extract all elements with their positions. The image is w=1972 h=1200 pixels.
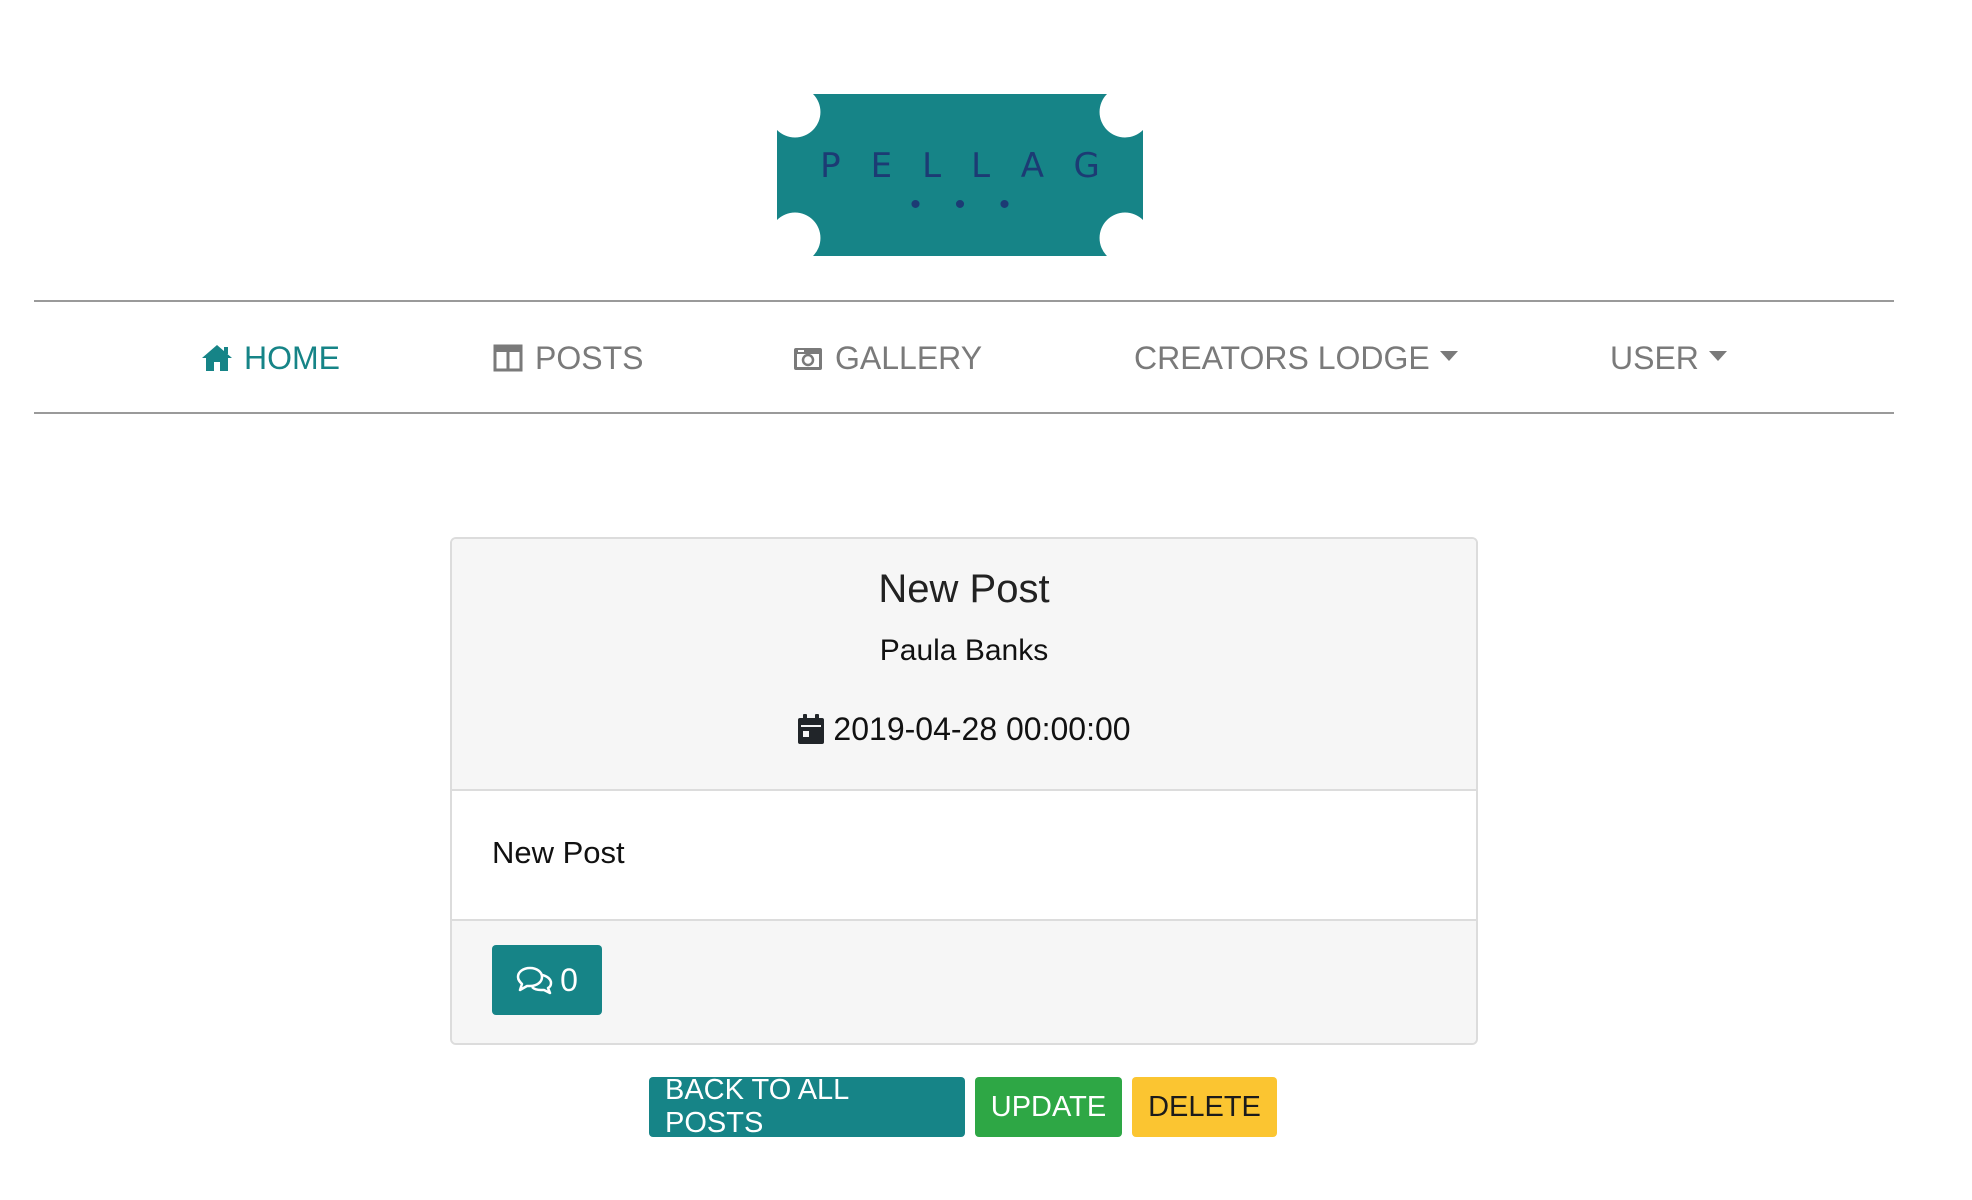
nav-user-dropdown[interactable]: USER — [1610, 338, 1727, 378]
pellag-logo[interactable]: PELLAG ••• — [777, 94, 1143, 256]
update-button[interactable]: UPDATE — [975, 1077, 1122, 1137]
nav-home-label: HOME — [244, 339, 340, 376]
post-author: Paula Banks — [879, 634, 1049, 667]
nav-gallery-label: GALLERY — [835, 339, 983, 376]
delete-button[interactable]: DELETE — [1132, 1077, 1277, 1137]
nav-creators-label: CREATORS LODGE — [1134, 339, 1430, 376]
columns-icon — [491, 341, 525, 375]
nav-creators-lodge-dropdown[interactable]: CREATORS LODGE — [1134, 338, 1458, 378]
nav-posts[interactable]: POSTS — [491, 338, 643, 378]
back-to-all-posts-button[interactable]: BACK TO ALL POSTS — [649, 1074, 965, 1139]
post-actions: BACK TO ALL POSTS UPDATE DELETE — [649, 1074, 1277, 1139]
post-body-text: New Post — [492, 835, 625, 870]
home-icon — [200, 341, 234, 375]
comments-count: 0 — [560, 961, 578, 998]
comments-icon — [516, 965, 554, 995]
caret-down-icon — [1708, 351, 1727, 361]
main-navbar: HOME POSTS GALLERY CREATORS LODGE USER — [34, 300, 1894, 414]
post-date-row: 2019-04-28 00:00:00 — [452, 711, 1476, 747]
post-card-footer: 0 — [452, 921, 1476, 1043]
camera-icon — [791, 341, 825, 375]
post-card-header: New Post Paula Banks 2019-04-28 00:00:00 — [452, 539, 1476, 791]
nav-posts-label: POSTS — [535, 339, 644, 376]
post-body: New Post — [452, 791, 1476, 921]
post-card: New Post Paula Banks 2019-04-28 00:00:00… — [450, 537, 1478, 1045]
logo-text: PELLAG — [820, 146, 1130, 186]
post-date: 2019-04-28 00:00:00 — [833, 711, 1131, 747]
logo-dots: ••• — [910, 188, 1044, 221]
nav-user-label: USER — [1610, 339, 1699, 376]
nav-gallery[interactable]: GALLERY — [791, 338, 982, 378]
caret-down-icon — [1439, 351, 1458, 361]
post-title: New Post — [878, 567, 1050, 611]
calendar-icon — [797, 713, 825, 745]
nav-home[interactable]: HOME — [200, 338, 340, 378]
comments-button[interactable]: 0 — [492, 945, 602, 1015]
